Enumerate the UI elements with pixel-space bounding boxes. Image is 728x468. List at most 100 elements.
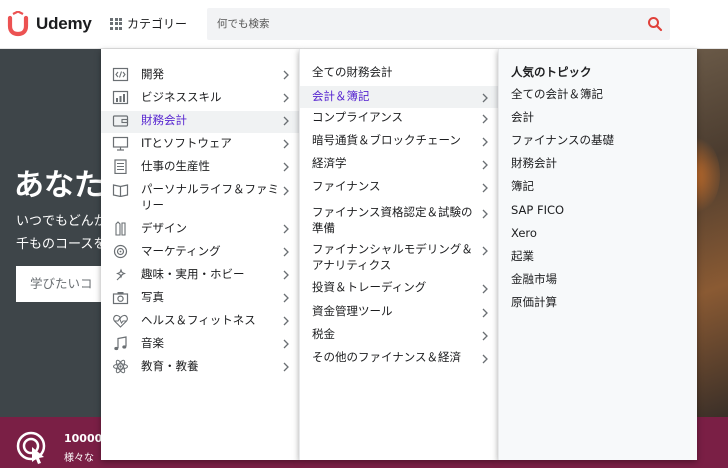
topic-label: 起業 bbox=[511, 249, 534, 263]
topic-label: ファイナンスの基礎 bbox=[511, 133, 615, 147]
chevron-right-icon bbox=[283, 139, 289, 149]
checklist-icon bbox=[114, 159, 127, 174]
subcategory-item[interactable]: ファイナンス資格認定＆試験の準備 bbox=[300, 204, 498, 236]
category-item[interactable]: デザイン bbox=[101, 219, 299, 239]
subcategory-label: 全ての財務会計 bbox=[312, 65, 393, 79]
chevron-right-icon bbox=[283, 247, 289, 257]
topic-item[interactable]: 原価計算 bbox=[499, 295, 697, 311]
subcategory-label: 税金 bbox=[312, 327, 335, 341]
chevron-right-icon bbox=[482, 137, 488, 147]
topic-label: 会計 bbox=[511, 110, 534, 124]
categories-label: カテゴリー bbox=[127, 17, 188, 31]
topics-heading: 人気のトピック bbox=[511, 65, 592, 79]
chevron-right-icon bbox=[283, 316, 289, 326]
chevron-right-icon bbox=[283, 93, 289, 103]
subcategory-label: その他のファイナンス＆経済 bbox=[312, 350, 462, 364]
category-label: 趣味・実用・ホビー bbox=[141, 267, 245, 281]
subcategory-item[interactable]: 全ての財務会計 bbox=[300, 64, 498, 82]
subcategory-item[interactable]: その他のファイナンス＆経済 bbox=[300, 349, 498, 367]
category-item[interactable]: 開発 bbox=[101, 65, 299, 85]
category-item[interactable]: 仕事の生産性 bbox=[101, 157, 299, 177]
subcategory-label: 投資＆トレーディング bbox=[312, 280, 427, 294]
category-item[interactable]: 趣味・実用・ホビー bbox=[101, 265, 299, 285]
camera-icon bbox=[112, 292, 129, 305]
chevron-right-icon bbox=[482, 93, 488, 103]
category-label: 開発 bbox=[141, 67, 164, 81]
category-menu: 開発ビジネススキル 財務会計 ITとソフトウェア 仕事の生産性パーソナルライフ＆ファミ… bbox=[101, 49, 299, 460]
sparkle-icon bbox=[116, 268, 126, 281]
subcategory-item[interactable]: コンプライアンス bbox=[300, 109, 498, 127]
category-item[interactable]: ヘルス＆フィットネス bbox=[101, 311, 299, 331]
topic-item[interactable]: 起業 bbox=[499, 249, 697, 265]
udemy-logo-icon bbox=[7, 11, 29, 37]
subcategory-item[interactable]: 投資＆トレーディング bbox=[300, 279, 498, 297]
music-note-icon bbox=[114, 336, 127, 351]
topic-item[interactable]: SAP FICO bbox=[499, 203, 697, 219]
subcategory-item[interactable]: 暗号通貨＆ブロックチェーン bbox=[300, 132, 498, 150]
category-label: マーケティング bbox=[141, 244, 221, 258]
category-item[interactable]: パーソナルライフ＆ファミリー bbox=[101, 180, 299, 214]
chevron-right-icon bbox=[283, 186, 289, 196]
category-label: 仕事の生産性 bbox=[141, 159, 210, 173]
topic-label: 全ての会計＆簿記 bbox=[511, 87, 603, 101]
category-item[interactable]: 教育・教養 bbox=[101, 357, 299, 377]
category-label: パーソナルライフ＆ファミリー bbox=[141, 182, 279, 212]
category-item[interactable]: 音楽 bbox=[101, 334, 299, 354]
subcategory-item[interactable]: 経済学 bbox=[300, 155, 498, 173]
subcategory-item[interactable]: 資金管理ツール bbox=[300, 303, 498, 321]
category-item[interactable]: 写真 bbox=[101, 288, 299, 308]
code-icon bbox=[112, 67, 129, 82]
topic-item[interactable]: 全ての会計＆簿記 bbox=[499, 87, 697, 103]
subcategory-label: 暗号通貨＆ブロックチェーン bbox=[312, 133, 461, 147]
search-icon[interactable] bbox=[647, 16, 663, 32]
topic-label: SAP FICO bbox=[511, 203, 565, 217]
subcategory-item[interactable]: 税金 bbox=[300, 326, 498, 344]
category-item[interactable]: マーケティング bbox=[101, 242, 299, 262]
topic-item[interactable]: Xero bbox=[499, 226, 697, 242]
subcategory-label: ファイナンス bbox=[312, 179, 381, 193]
chevron-right-icon bbox=[482, 246, 488, 256]
category-item[interactable]: 財務会計 bbox=[101, 111, 299, 133]
banner-headline: 10000 bbox=[64, 432, 103, 445]
topic-item[interactable]: ファイナンスの基礎 bbox=[499, 133, 697, 149]
hero-subtitle-line2: 千ものコースを bbox=[16, 237, 107, 252]
grid-icon bbox=[110, 17, 122, 30]
chevron-right-icon bbox=[283, 339, 289, 349]
chevron-right-icon bbox=[482, 183, 488, 193]
subcategory-label: ファイナンス資格認定＆試験の準備 bbox=[312, 205, 473, 235]
search-input[interactable] bbox=[217, 15, 637, 33]
search-bar bbox=[207, 8, 670, 40]
subcategory-label: 資金管理ツール bbox=[312, 304, 393, 318]
topic-item[interactable]: 金融市場 bbox=[499, 272, 697, 288]
udemy-logo[interactable]: Udemy bbox=[6, 11, 92, 37]
categories-button[interactable]: カテゴリー bbox=[110, 15, 187, 32]
category-label: 音楽 bbox=[141, 336, 164, 350]
cursor-target-icon bbox=[16, 431, 46, 464]
subcategory-item[interactable]: ファイナンシャルモデリング＆アナリティクス bbox=[300, 241, 498, 273]
hero-title: あなた bbox=[14, 168, 104, 203]
topic-item[interactable]: 簿記 bbox=[499, 179, 697, 195]
book-icon bbox=[112, 184, 129, 197]
topic-label: 原価計算 bbox=[511, 295, 557, 309]
category-label: ITとソフトウェア bbox=[141, 136, 232, 150]
subcategory-item[interactable]: 会計＆簿記 bbox=[300, 86, 498, 108]
chevron-right-icon bbox=[283, 270, 289, 280]
category-label: デザイン bbox=[141, 221, 187, 235]
chevron-right-icon bbox=[482, 114, 488, 124]
chevron-right-icon bbox=[482, 308, 488, 318]
subcategory-item[interactable]: ファイナンス bbox=[300, 178, 498, 196]
chevron-right-icon bbox=[283, 70, 289, 80]
subcategory-label: 経済学 bbox=[312, 156, 347, 170]
topic-item[interactable]: 会計 bbox=[499, 110, 697, 126]
topic-label: 金融市場 bbox=[511, 272, 557, 286]
chevron-right-icon bbox=[482, 209, 488, 219]
category-item[interactable]: ビジネススキル bbox=[101, 88, 299, 108]
target-icon bbox=[113, 244, 128, 259]
topic-item[interactable]: 財務会計 bbox=[499, 156, 697, 172]
chevron-right-icon bbox=[482, 331, 488, 341]
category-item[interactable]: ITとソフトウェア bbox=[101, 134, 299, 154]
atom-icon bbox=[113, 359, 128, 374]
chevron-right-icon bbox=[283, 116, 289, 126]
chevron-right-icon bbox=[283, 224, 289, 234]
hero-subtitle-line1: いつでもどんか bbox=[16, 214, 107, 229]
